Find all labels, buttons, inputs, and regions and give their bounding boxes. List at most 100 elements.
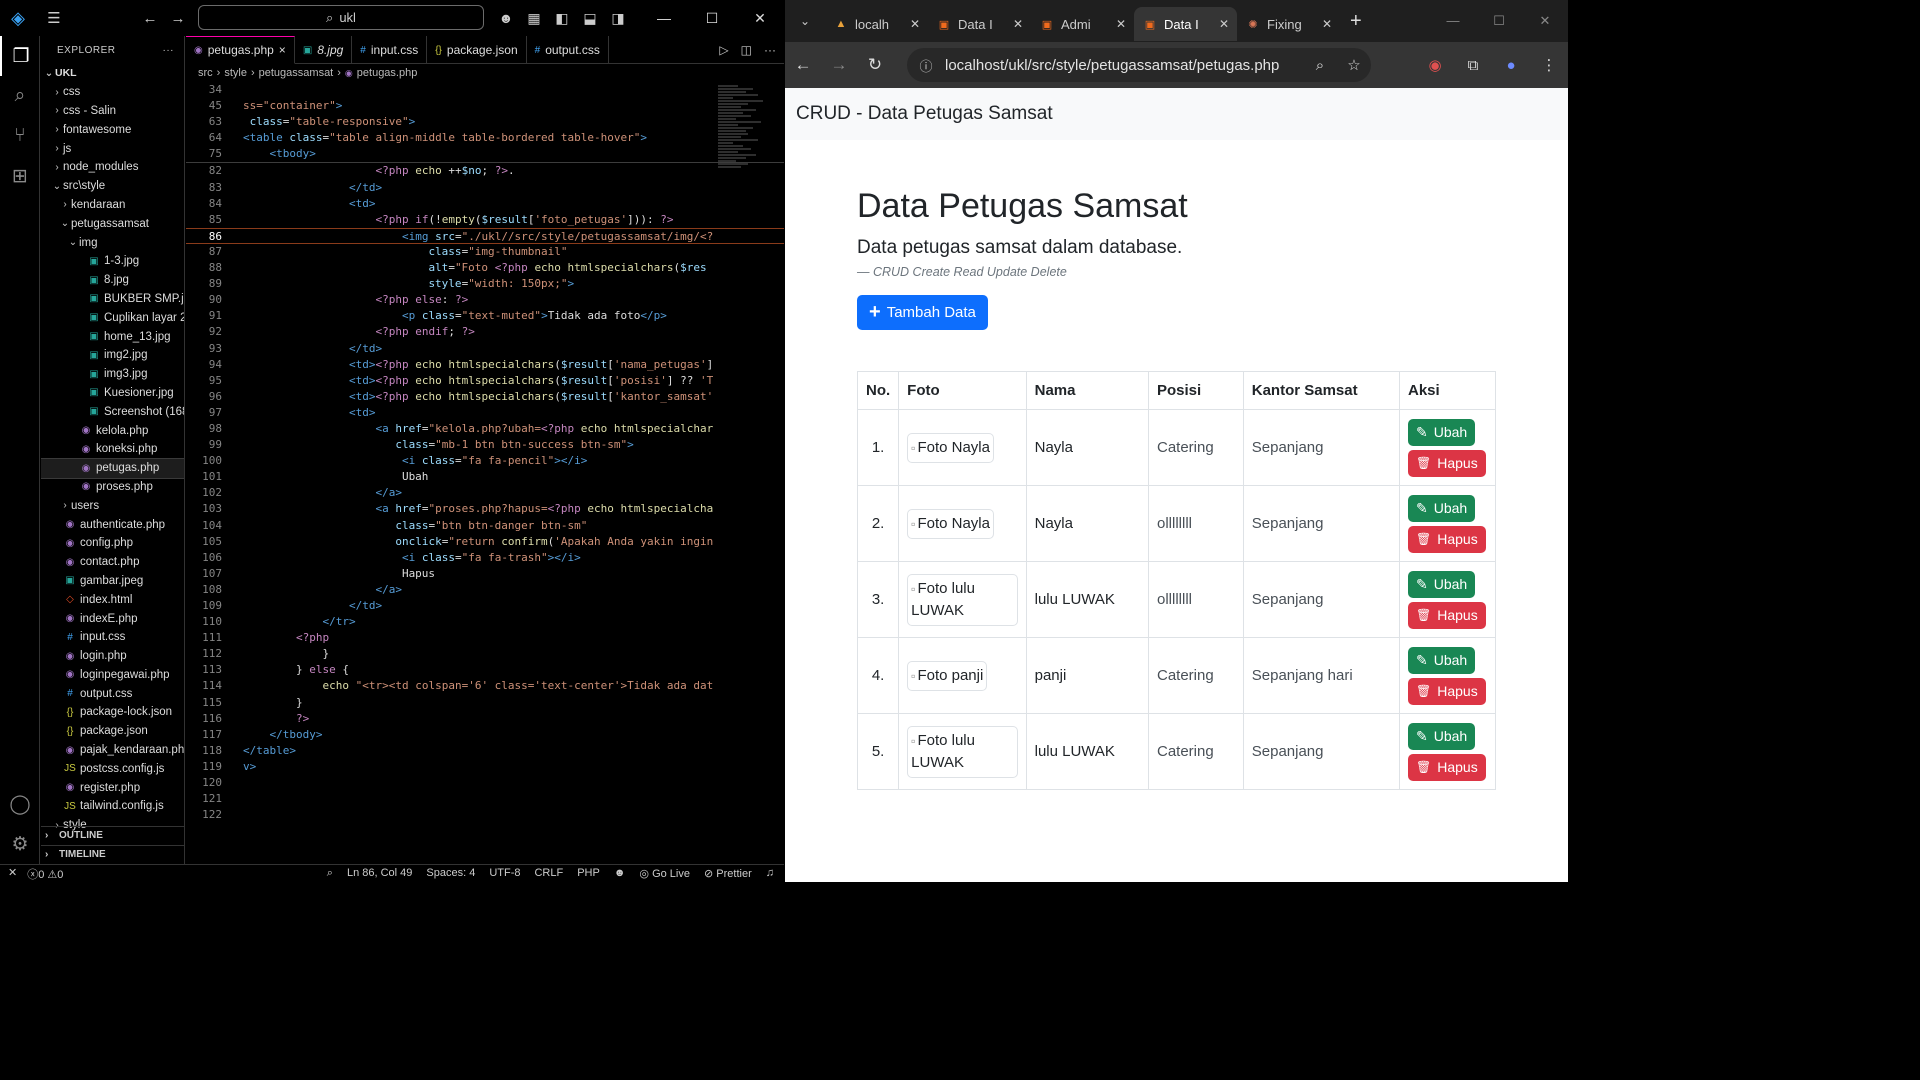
tree-item[interactable]: ◉ loginpegawai.php	[41, 666, 184, 685]
code-line[interactable]: 116 ?>	[186, 711, 784, 727]
zoom-icon[interactable]: ⌕	[1303, 57, 1337, 74]
edit-button[interactable]: ✎ Ubah	[1407, 646, 1476, 674]
code-line[interactable]: 117 </tbody>	[186, 727, 784, 743]
toggle-panel-icon[interactable]: ⬓	[576, 10, 604, 27]
code-line[interactable]: 98 <a href="kelola.php?ubah=<?php echo h…	[186, 421, 784, 437]
command-center-search[interactable]: ⌕ ukl	[198, 5, 484, 30]
tree-item[interactable]: ◉ kelola.php	[41, 421, 184, 440]
code-line[interactable]: 83 </td>	[186, 180, 784, 196]
tree-item[interactable]: ◉ register.php	[41, 778, 184, 797]
code-line[interactable]: 120	[186, 775, 784, 791]
code-line[interactable]: 101 Ubah	[186, 469, 784, 485]
tree-item[interactable]: ◇ index.html	[41, 590, 184, 609]
bookmark-star-icon[interactable]: ☆	[1337, 56, 1371, 74]
editor-tab[interactable]: {} package.json	[427, 36, 527, 64]
tree-item[interactable]: ◉ koneksi.php	[41, 440, 184, 459]
close-tab-icon[interactable]: ✕	[1013, 17, 1023, 31]
forward-icon[interactable]: →	[160, 0, 196, 36]
settings-gear-icon[interactable]: ⚙	[0, 824, 40, 864]
close-tab-icon[interactable]: ✕	[910, 17, 920, 31]
code-line[interactable]: 105 onclick="return confirm('Apakah Anda…	[186, 534, 784, 550]
breadcrumb-item[interactable]: style	[224, 67, 247, 79]
edit-button[interactable]: ✎ Ubah	[1407, 722, 1476, 750]
tree-item[interactable]: › node_modules	[41, 158, 184, 177]
tree-item[interactable]: ▣ BUKBER SMP.jpg	[41, 290, 184, 309]
tree-item[interactable]: › users	[41, 496, 184, 515]
tree-item[interactable]: JS postcss.config.js	[41, 759, 184, 778]
tree-item[interactable]: › css	[41, 83, 184, 102]
browser-tab[interactable]: ✺ Fixing ✕	[1237, 7, 1340, 41]
tree-item[interactable]: ◉ authenticate.php	[41, 515, 184, 534]
minimize-icon[interactable]: —	[1430, 13, 1476, 29]
account-icon[interactable]: ◯	[0, 784, 40, 824]
code-line[interactable]: 91 <p class="text-muted">Tidak ada foto<…	[186, 308, 784, 324]
tree-item[interactable]: ▣ Screenshot (168)....	[41, 402, 184, 421]
close-tab-icon[interactable]: ×	[279, 43, 286, 57]
extensions-icon[interactable]: ⊞	[0, 156, 40, 196]
delete-button[interactable]: 🗑 Hapus	[1407, 449, 1486, 477]
copilot-status-icon[interactable]: ☻	[614, 867, 626, 880]
source-control-icon[interactable]: ⑂	[0, 116, 40, 156]
menu-icon[interactable]: ☰	[36, 0, 72, 36]
code-line[interactable]: 75 <tbody>	[186, 146, 784, 162]
delete-button[interactable]: 🗑 Hapus	[1407, 525, 1486, 553]
code-line[interactable]: 93 </td>	[186, 341, 784, 357]
explorer-icon[interactable]: ❐	[0, 36, 40, 76]
navbar-brand[interactable]: CRUD - Data Petugas Samsat	[796, 103, 1053, 125]
code-line[interactable]: 94 <td><?php echo htmlspecialchars($resu…	[186, 357, 784, 373]
code-line[interactable]: 63 class="table-responsive">	[186, 114, 784, 130]
tree-item[interactable]: ▣ img2.jpg	[41, 346, 184, 365]
minimize-icon[interactable]: —	[640, 0, 688, 36]
code-line[interactable]: 34	[186, 82, 784, 98]
browser-tab[interactable]: ▣ Data I ✕	[928, 7, 1031, 41]
code-line[interactable]: 85 <?php if(!empty($result['foto_petugas…	[186, 212, 784, 228]
code-line[interactable]: 97 <td>	[186, 405, 784, 421]
tree-item[interactable]: ◉ pajak_kendaraan.php	[41, 741, 184, 760]
extensions-puzzle-icon[interactable]: ⧉	[1454, 57, 1492, 74]
code-line[interactable]: 89 style="width: 150px;">	[186, 276, 784, 292]
tree-item[interactable]: ▣ 1-3.jpg	[41, 252, 184, 271]
tree-item[interactable]: › css - Salin	[41, 102, 184, 121]
minimap[interactable]	[718, 84, 768, 314]
maximize-icon[interactable]: ☐	[688, 0, 736, 36]
code-line[interactable]: 99 class="mb-1 btn btn-success btn-sm">	[186, 437, 784, 453]
tree-item[interactable]: ▣ gambar.jpeg	[41, 572, 184, 591]
run-icon[interactable]: ▷	[719, 43, 728, 57]
prettier[interactable]: ⊘ Prettier	[704, 867, 752, 880]
breadcrumb-item[interactable]: petugas.php	[357, 67, 418, 79]
more-actions-icon[interactable]: ···	[163, 45, 175, 56]
tree-item[interactable]: ▣ home_13.jpg	[41, 327, 184, 346]
add-data-button[interactable]: + Tambah Data	[857, 295, 988, 331]
code-line[interactable]: 119 v>	[186, 759, 784, 775]
code-line[interactable]: 102 </a>	[186, 485, 784, 501]
tree-item[interactable]: ◉ petugas.php	[41, 457, 184, 479]
toggle-secondary-sidebar-icon[interactable]: ◨	[604, 10, 632, 27]
line-ending[interactable]: CRLF	[534, 867, 563, 880]
code-line[interactable]: 118 </table>	[186, 743, 784, 759]
code-line[interactable]: 84 <td>	[186, 196, 784, 212]
code-lines[interactable]: 82 <?php echo ++$no; ?>. 83 </td> 84 <td> 8…	[186, 163, 784, 823]
back-icon[interactable]: ←	[785, 55, 821, 75]
tree-item[interactable]: JS tailwind.config.js	[41, 797, 184, 816]
breadcrumb-item[interactable]: src	[198, 67, 213, 79]
tree-item[interactable]: # output.css	[41, 684, 184, 703]
code-line[interactable]: 87 class="img-thumbnail"	[186, 244, 784, 260]
notifications-bell-icon[interactable]: ♫	[766, 867, 774, 880]
editor-tab[interactable]: ▣ 8.jpg	[295, 36, 353, 64]
code-line[interactable]: 107 Hapus	[186, 566, 784, 582]
tree-item[interactable]: {} package-lock.json	[41, 703, 184, 722]
code-line[interactable]: 110 </tr>	[186, 614, 784, 630]
delete-button[interactable]: 🗑 Hapus	[1407, 601, 1486, 629]
layout-icon[interactable]: ▦	[520, 10, 548, 27]
tree-root[interactable]: ⌄ UKL	[41, 64, 184, 83]
outline-section[interactable]: › OUTLINE	[41, 826, 184, 844]
editor-tab[interactable]: # output.css	[527, 36, 609, 64]
cursor-position[interactable]: Ln 86, Col 49	[347, 867, 412, 880]
copilot-icon[interactable]: ☻	[492, 10, 520, 26]
close-tab-icon[interactable]: ✕	[1322, 17, 1332, 31]
code-line[interactable]: 109 </td>	[186, 598, 784, 614]
breadcrumb-item[interactable]: petugassamsat	[259, 67, 334, 79]
code-line[interactable]: 95 <td><?php echo htmlspecialchars($resu…	[186, 373, 784, 389]
tree-item[interactable]: ▣ img3.jpg	[41, 365, 184, 384]
tree-item[interactable]: ◉ proses.php	[41, 478, 184, 497]
